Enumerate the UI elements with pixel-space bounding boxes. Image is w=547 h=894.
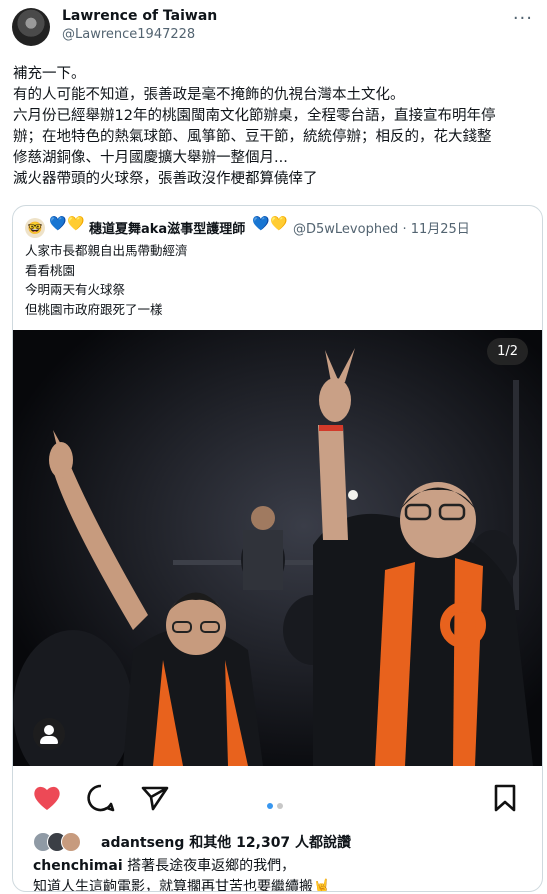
share-icon[interactable] (139, 782, 171, 814)
likes-count-text: 和其他 12,307 人都說讚 (184, 835, 352, 851)
post-caption: chenchimai 搭著長途夜車返鄉的我們， 知道人生這齣電影，就算擱再甘苦也… (33, 856, 533, 892)
carousel-dot (277, 803, 283, 809)
quote-text: 人家市長都親自出馬帶動經濟 看看桃園 今明兩天有火球祭 但桃園市政府跟死了一樣 (25, 241, 188, 319)
carousel-dots (265, 794, 285, 813)
tweet-line: 修慈湖銅像、十月國慶擴大舉辦一整個月... (13, 150, 288, 166)
tweet-line: 六月份已經舉辦12年的桃園閩南文化節辦桌，全程零台語，直接宣布明年停 (13, 108, 496, 124)
tweet-line: 補充一下。 (13, 66, 86, 82)
liker-avatar (61, 832, 81, 852)
yellow-heart-icon: 💛 (270, 216, 288, 232)
quote-handle-date[interactable]: @D5wLevophed · 11月25日 (293, 218, 470, 237)
concert-photo-illustration (13, 330, 542, 766)
yellow-heart-icon: 💛 (67, 216, 85, 232)
quote-line: 人家市長都親自出馬帶動經濟 (25, 243, 188, 258)
quote-line: 看看桃園 (25, 262, 76, 278)
quote-avatar[interactable]: 🤓 (25, 218, 45, 238)
author-handle[interactable]: @Lawrence1947228 (62, 27, 195, 42)
author-name[interactable]: Lawrence of Taiwan (62, 8, 217, 24)
comment-icon[interactable] (85, 782, 117, 814)
post-photo[interactable]: 1/2 (13, 330, 542, 766)
caption-user[interactable]: chenchimai (33, 858, 123, 874)
post-actions (13, 766, 542, 826)
quoted-tweet[interactable]: 🤓 💙 💛 穗道夏舞aka滋事型護理師 💙 💛 @D5wLevophed · 1… (12, 205, 543, 892)
carousel-dot-active (267, 803, 273, 809)
caption-line: 知道人生這齣電影，就算擱再甘苦也要繼續搬 (33, 879, 313, 892)
bookmark-icon[interactable] (489, 782, 521, 814)
author-avatar[interactable] (12, 8, 50, 46)
quote-line: 但桃園市政府跟死了一樣 (25, 301, 163, 317)
rock-on-emoji-icon: 🤘 (313, 879, 331, 892)
quote-author-name[interactable]: 穗道夏舞aka滋事型護理師 (89, 218, 245, 237)
quote-line: 今明兩天有火球祭 (25, 282, 126, 297)
heart-icon[interactable] (31, 782, 63, 814)
user-tag-icon[interactable] (33, 718, 65, 750)
caption-line: 搭著長途夜車返鄉的我們， (122, 858, 296, 874)
more-horizontal-icon[interactable]: ··· (513, 8, 533, 29)
tweet-line: 辦；在地特色的熱氣球節、風箏節、豆干節，統統停辦；相反的，花大錢整 (13, 129, 492, 145)
photo-counter: 1/2 (487, 338, 528, 365)
blue-heart-icon: 💙 (252, 216, 270, 232)
tweet-text: 補充一下。 有的人可能不知道，張善政是毫不掩飾的仇視台灣本土文化。 六月份已經舉… (13, 64, 541, 190)
tweet-line: 有的人可能不知道，張善政是毫不掩飾的仇視台灣本土文化。 (13, 87, 405, 103)
blue-heart-icon: 💙 (49, 216, 67, 232)
liked-by-user[interactable]: adantseng (101, 835, 184, 851)
tweet-line: 滅火器帶頭的火球祭，張善政沒作梗都算僥倖了 (13, 171, 318, 187)
likes-text[interactable]: adantseng 和其他 12,307 人都說讚 (101, 832, 351, 852)
